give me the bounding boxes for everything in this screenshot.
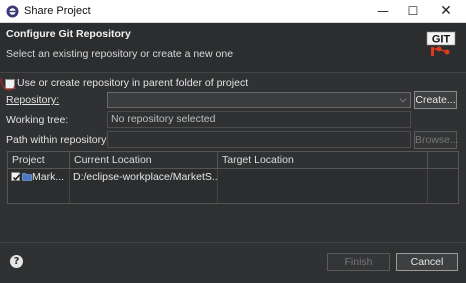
git-logo-text: GIT [432, 34, 451, 46]
parent-repo-checkbox-label[interactable]: Use or create repository in parent folde… [17, 77, 248, 89]
git-logo-icon: GIT [425, 30, 457, 58]
chevron-down-icon[interactable]: ⌵ [398, 94, 408, 106]
maximize-button[interactable]: ☐ [398, 0, 428, 23]
column-header-target-location[interactable]: Target Location [218, 152, 428, 168]
table-header: Project Current Location Target Location [8, 152, 458, 169]
browse-button[interactable]: Browse... [414, 131, 459, 149]
help-icon[interactable]: ? [10, 255, 23, 268]
window-title: Share Project [24, 5, 91, 17]
projects-table: Project Current Location Target Location… [7, 151, 459, 204]
page-description: Select an existing repository or create … [6, 48, 234, 60]
eclipse-app-icon [6, 5, 19, 18]
footer-separator [0, 242, 466, 243]
column-header-project[interactable]: Project [8, 152, 70, 168]
close-button[interactable]: ✕ [431, 0, 461, 23]
page-title: Configure Git Repository [6, 28, 131, 40]
wizard-header: Configure Git Repository Select an exist… [0, 23, 466, 73]
column-header-current-location[interactable]: Current Location [70, 152, 218, 168]
working-tree-label: Working tree: [6, 114, 69, 126]
path-within-repository-label: Path within repository: [6, 134, 110, 146]
working-tree-field: No repository selected [107, 111, 411, 128]
path-within-repository-field[interactable] [107, 131, 411, 148]
cancel-button[interactable]: Cancel [396, 253, 458, 271]
row-checkbox[interactable] [11, 172, 21, 181]
minimize-button[interactable]: — [368, 0, 398, 23]
table-row[interactable]: Mark... D:/eclipse-workplace/MarketS... [8, 169, 458, 185]
checkmark-icon [12, 174, 21, 181]
title-bar: Share Project — ☐ ✕ [0, 0, 466, 23]
repository-label: Repository: [6, 94, 60, 106]
row-project: Mark... [32, 171, 65, 183]
red-annotation-mark [0, 70, 19, 94]
create-repository-button[interactable]: Create... [414, 91, 457, 109]
row-current-location: D:/eclipse-workplace/MarketS... [73, 171, 218, 183]
row-target-location [218, 169, 428, 185]
finish-button[interactable]: Finish [327, 253, 390, 271]
repository-combo[interactable]: ⌵ [107, 92, 411, 108]
